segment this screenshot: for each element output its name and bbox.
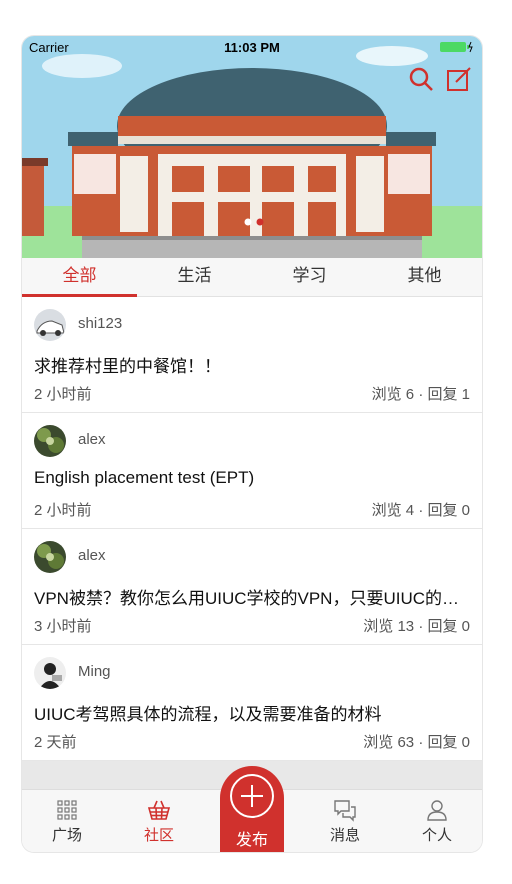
post-username[interactable]: Ming — [78, 663, 111, 680]
compose-icon[interactable] — [446, 66, 472, 92]
post-title[interactable]: 求推荐村里的中餐馆！！ — [34, 352, 472, 377]
person-icon — [427, 800, 447, 821]
nav-square-label: 广场 — [51, 827, 82, 844]
nav-community[interactable]: 社区 — [124, 790, 194, 852]
nav-messages-label: 消息 — [329, 827, 360, 844]
post-stats: 浏览 63 · 回复 0 — [363, 734, 470, 751]
search-icon[interactable] — [408, 66, 434, 92]
post-time: 2 小时前 — [34, 502, 92, 519]
list-item[interactable]: alex VPN被禁？教你怎么用UIUC学校的VPN，只要UIUC的账号 3 小… — [22, 529, 482, 645]
publish-label: 发布 — [235, 832, 268, 849]
nav-square[interactable]: 广场 — [32, 790, 102, 852]
battery-icon — [440, 41, 473, 53]
tab-life[interactable]: 生活 — [137, 258, 252, 296]
bottom-tab-bar: 广场 社区 发布 消息 个人 — [22, 766, 482, 852]
publish-button[interactable]: 发布 — [220, 766, 284, 852]
list-item[interactable]: Ming UIUC考驾照具体的流程，以及需要准备的材料 2 天前 浏览 63 ·… — [22, 645, 482, 761]
post-username[interactable]: shi123 — [78, 315, 122, 332]
avatar[interactable] — [34, 541, 66, 573]
post-stats: 浏览 6 · 回复 1 — [371, 386, 470, 403]
tab-study[interactable]: 学习 — [252, 258, 367, 296]
plus-icon — [230, 774, 274, 818]
post-title[interactable]: English placement test (EPT) — [34, 468, 472, 488]
post-title[interactable]: UIUC考驾照具体的流程，以及需要准备的材料 — [34, 700, 472, 725]
post-list: shi123 求推荐村里的中餐馆！！ 2 小时前 浏览 6 · 回复 1 ale… — [22, 297, 482, 761]
tab-all[interactable]: 全部 — [22, 258, 137, 297]
avatar[interactable] — [34, 657, 66, 689]
nav-profile[interactable]: 个人 — [402, 790, 472, 852]
post-time: 2 小时前 — [34, 386, 92, 403]
nav-community-label: 社区 — [143, 827, 174, 844]
post-stats: 浏览 4 · 回复 0 — [371, 502, 470, 519]
avatar[interactable] — [34, 425, 66, 457]
tab-other[interactable]: 其他 — [367, 258, 482, 296]
category-tabs: 全部 生活 学习 其他 — [22, 258, 482, 297]
post-title[interactable]: VPN被禁？教你怎么用UIUC学校的VPN，只要UIUC的账号 — [34, 584, 472, 609]
avatar[interactable] — [34, 309, 66, 341]
chat-icon — [334, 800, 356, 822]
status-bar: Carrier 11:03 PM — [22, 36, 482, 58]
nav-profile-label: 个人 — [421, 827, 452, 844]
banner-carousel[interactable]: Carrier 11:03 PM — [22, 36, 482, 258]
post-time: 3 小时前 — [34, 618, 92, 635]
clock: 11:03 PM — [224, 40, 280, 55]
list-item[interactable]: shi123 求推荐村里的中餐馆！！ 2 小时前 浏览 6 · 回复 1 — [22, 297, 482, 413]
phone-screen: Carrier 11:03 PM 全部 生活 学习 其他 shi123 求推荐村… — [22, 36, 482, 852]
post-time: 2 天前 — [34, 734, 77, 751]
list-item[interactable]: alex English placement test (EPT) 2 小时前 … — [22, 413, 482, 529]
post-username[interactable]: alex — [78, 547, 106, 564]
nav-messages[interactable]: 消息 — [310, 790, 380, 852]
post-stats: 浏览 13 · 回复 0 — [363, 618, 470, 635]
basket-icon — [147, 800, 171, 820]
top-action-bar — [408, 66, 472, 92]
grid-icon — [57, 800, 77, 820]
post-username[interactable]: alex — [78, 431, 106, 448]
